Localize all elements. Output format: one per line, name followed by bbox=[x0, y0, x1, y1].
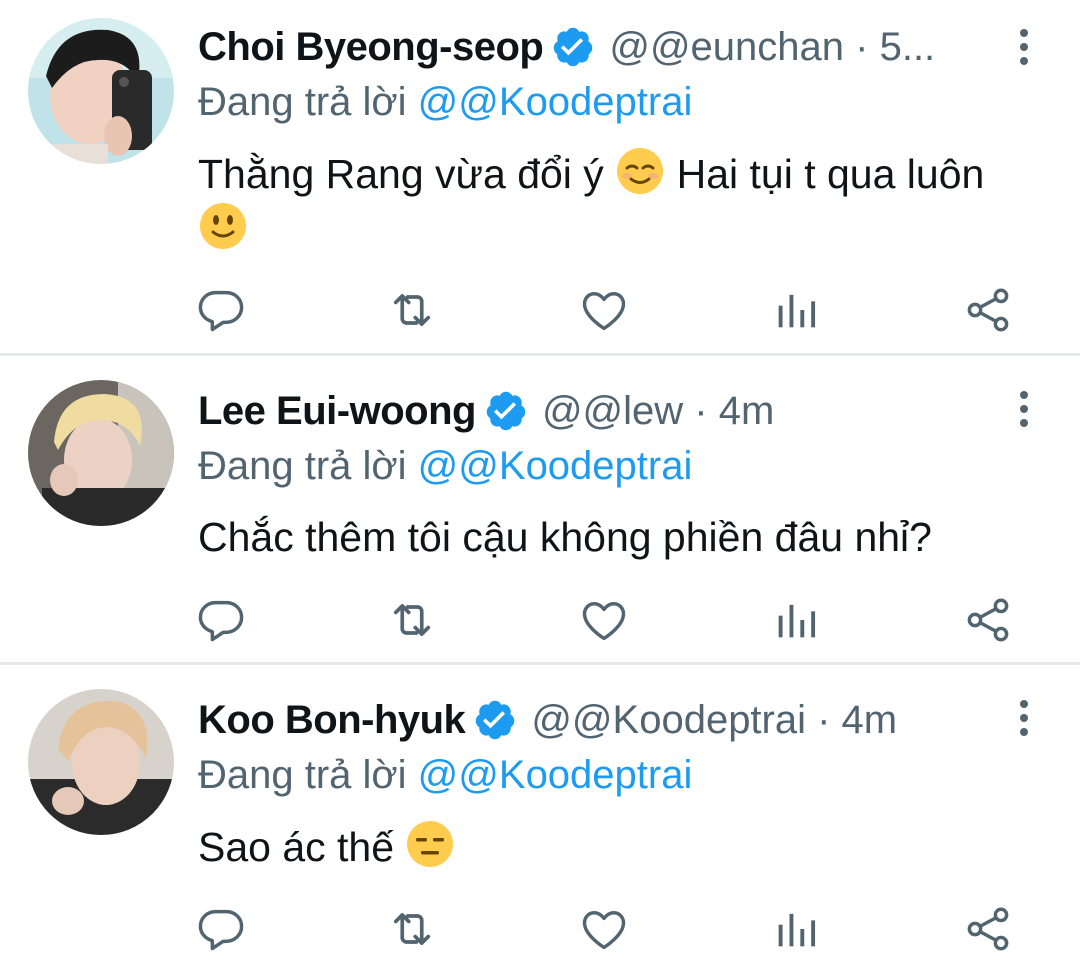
tweet-actions bbox=[0, 594, 1080, 654]
replying-prefix: Đang trả lời bbox=[198, 444, 407, 488]
retweet-icon[interactable] bbox=[386, 903, 438, 955]
user-handle[interactable]: @@eunchan · 5... bbox=[609, 25, 935, 70]
replying-to-user[interactable]: @@Koodeptrai bbox=[418, 753, 693, 797]
share-icon[interactable] bbox=[962, 284, 1014, 336]
tweet-text: Sao ác thế bbox=[198, 819, 1018, 874]
reply-icon[interactable] bbox=[195, 284, 247, 336]
tweet-1[interactable]: Choi Byeong-seop @@eunchan · 5... Đang t… bbox=[0, 0, 1080, 354]
tweet-3[interactable]: Koo Bon-hyuk @@Koodeptrai · 4m Đang trả … bbox=[0, 665, 1080, 956]
replying-prefix: Đang trả lời bbox=[198, 80, 407, 124]
tweet-header: Choi Byeong-seop @@eunchan · 5... bbox=[198, 20, 1000, 74]
tweet-text-part-2: Hai tụi t qua luôn bbox=[676, 151, 985, 197]
tweet-2[interactable]: Lee Eui-woong @@lew · 4m Đang trả lời @@… bbox=[0, 356, 1080, 662]
replying-to: Đang trả lời @@Koodeptrai bbox=[198, 80, 692, 125]
tweet-text-part-1: Thằng Rang vừa đổi ý bbox=[198, 151, 604, 197]
avatar[interactable] bbox=[28, 380, 174, 526]
reply-icon[interactable] bbox=[195, 594, 247, 646]
replying-to-user[interactable]: @@Koodeptrai bbox=[418, 444, 693, 488]
display-name[interactable]: Choi Byeong-seop bbox=[198, 25, 544, 70]
slightly-smiling-face-emoji bbox=[198, 201, 248, 251]
share-icon[interactable] bbox=[962, 594, 1014, 646]
analytics-icon[interactable] bbox=[770, 594, 822, 646]
replying-to: Đang trả lời @@Koodeptrai bbox=[198, 753, 692, 798]
tweet-header: Koo Bon-hyuk @@Koodeptrai · 4m bbox=[198, 693, 1000, 747]
verified-badge-icon bbox=[484, 389, 528, 433]
user-handle[interactable]: @@lew · 4m bbox=[542, 389, 774, 434]
display-name[interactable]: Lee Eui-woong bbox=[198, 389, 476, 434]
user-handle[interactable]: @@Koodeptrai · 4m bbox=[531, 698, 897, 743]
more-vertical-icon[interactable] bbox=[1012, 697, 1036, 741]
retweet-icon[interactable] bbox=[386, 594, 438, 646]
analytics-icon[interactable] bbox=[770, 903, 822, 955]
display-name[interactable]: Koo Bon-hyuk bbox=[198, 698, 466, 743]
avatar[interactable] bbox=[28, 689, 174, 835]
replying-prefix: Đang trả lời bbox=[198, 753, 407, 797]
analytics-icon[interactable] bbox=[770, 284, 822, 336]
expressionless-face-emoji bbox=[405, 819, 455, 869]
tweet-text: Chắc thêm tôi cậu không phiền đâu nhỉ? bbox=[198, 514, 932, 560]
heart-icon[interactable] bbox=[578, 284, 630, 336]
avatar[interactable] bbox=[28, 18, 174, 164]
heart-icon[interactable] bbox=[578, 903, 630, 955]
more-vertical-icon[interactable] bbox=[1012, 388, 1036, 432]
reply-icon[interactable] bbox=[195, 903, 247, 955]
tweet-actions bbox=[0, 284, 1080, 344]
retweet-icon[interactable] bbox=[386, 284, 438, 336]
verified-badge-icon bbox=[551, 25, 595, 69]
tweet-actions bbox=[0, 903, 1080, 963]
more-vertical-icon[interactable] bbox=[1012, 26, 1036, 70]
verified-badge-icon bbox=[473, 698, 517, 742]
heart-icon[interactable] bbox=[578, 594, 630, 646]
tweet-header: Lee Eui-woong @@lew · 4m bbox=[198, 384, 1000, 438]
relieved-face-emoji bbox=[615, 146, 665, 196]
replying-to-user[interactable]: @@Koodeptrai bbox=[418, 80, 693, 124]
share-icon[interactable] bbox=[962, 903, 1014, 955]
replying-to: Đang trả lời @@Koodeptrai bbox=[198, 444, 692, 489]
tweet-text-content: Sao ác thế bbox=[198, 824, 395, 870]
tweet-text: Thằng Rang vừa đổi ý Hai tụi t qua luôn bbox=[198, 146, 1018, 256]
